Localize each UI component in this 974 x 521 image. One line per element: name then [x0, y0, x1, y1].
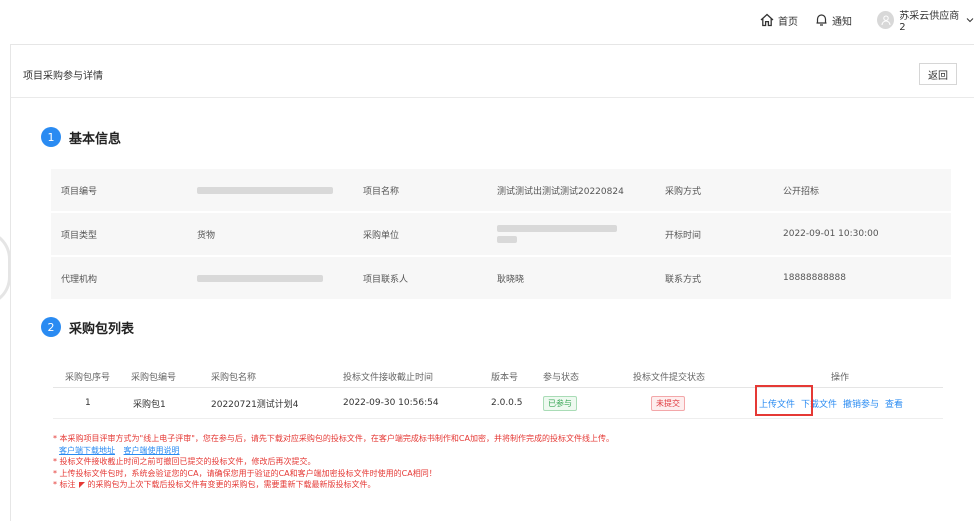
label-bid-opening-time: 开标时间: [665, 230, 702, 241]
section-basic-info-title: 1 基本信息: [41, 127, 121, 147]
client-manual-link[interactable]: 客户端使用说明: [124, 446, 180, 455]
label-project-code: 项目编号: [61, 186, 98, 197]
section-title-text: 采购包列表: [69, 321, 135, 337]
value-bid-opening-time: 2022-09-01 10:30:00: [783, 229, 879, 239]
redacted-value: [197, 186, 333, 194]
label-contact-person: 项目联系人: [363, 274, 409, 285]
note-prefix: * 标注: [53, 480, 76, 489]
redacted-value: [197, 274, 323, 282]
value-purchasing-unit: [497, 213, 617, 255]
th-package-code: 采购包编号: [131, 372, 177, 383]
home-icon: [760, 13, 774, 27]
user-menu[interactable]: 苏采云供应商2: [877, 10, 974, 33]
client-download-link[interactable]: 客户端下载地址: [59, 446, 115, 455]
value-procurement-method: 公开招标: [783, 186, 820, 197]
label-contact-phone: 联系方式: [665, 274, 702, 285]
section-title-text: 基本信息: [69, 131, 122, 147]
th-package-index: 采购包序号: [65, 372, 111, 383]
basic-info-table: 项目编号 项目名称 测试测试出测试测试20220824 采购方式 公开招标 项目…: [51, 169, 951, 301]
note-links: 客户端下载地址 客户端使用说明: [53, 445, 933, 457]
nav-notice-label: 通知: [832, 16, 852, 28]
nav-notice[interactable]: 通知: [815, 10, 852, 30]
value-project-name: 测试测试出测试测试20220824: [497, 186, 624, 197]
th-deadline: 投标文件接收截止时间: [343, 372, 434, 383]
cell-version: 2.0.0.5: [491, 398, 523, 408]
label-procurement-method: 采购方式: [665, 186, 702, 197]
page-title: 项目采购参与详情: [23, 71, 103, 82]
info-row: 项目类型 货物 采购单位 开标时间 2022-09-01 10:30:00: [51, 213, 951, 257]
status-badge-participated: 已参与: [543, 395, 577, 411]
view-link[interactable]: 查看: [885, 397, 903, 410]
th-package-name: 采购包名称: [211, 372, 257, 383]
notes-block: * 本采购项目评审方式为"线上电子评审"，您在参与后，请先下载对应采购包的投标文…: [53, 433, 933, 491]
detail-card: 项目采购参与详情 返回 1 基本信息 项目编号 项目名称 测试测试出测试测试20…: [10, 44, 974, 521]
flag-icon: [78, 481, 85, 488]
th-submission: 投标文件提交状态: [633, 372, 706, 383]
cell-deadline: 2022-09-30 10:56:54: [343, 398, 439, 408]
value-contact-phone: 18888888888: [783, 273, 846, 283]
nav-home[interactable]: 首页: [760, 10, 798, 30]
value-agency: [197, 257, 323, 299]
label-agency: 代理机构: [61, 274, 98, 285]
table-row: 1 采购包1 20220721测试计划4 2022-09-30 10:56:54…: [53, 385, 943, 419]
user-avatar-icon: [877, 11, 895, 29]
chevron-down-icon: [966, 16, 974, 24]
th-actions: 操作: [831, 372, 850, 383]
th-participation: 参与状态: [543, 372, 580, 383]
note-line: * 标注 的采购包为上次下载后投标文件有变更的采购包，需要重新下载最新版投标文件。: [53, 479, 933, 491]
value-project-code: [197, 169, 333, 211]
withdraw-participation-link[interactable]: 撤销参与: [843, 397, 879, 410]
section-packages-title: 2 采购包列表: [41, 317, 134, 337]
note-line: * 本采购项目评审方式为"线上电子评审"，您在参与后，请先下载对应采购包的投标文…: [53, 434, 614, 443]
cell-package-index: 1: [85, 398, 91, 408]
info-row: 代理机构 项目联系人 耿晓晓 联系方式 18888888888: [51, 257, 951, 301]
package-table: 采购包序号 采购包编号 采购包名称 投标文件接收截止时间 版本号 参与状态 投标…: [53, 365, 943, 419]
redacted-value: [497, 236, 517, 243]
label-project-name: 项目名称: [363, 186, 400, 197]
cell-package-name: 20220721测试计划4: [211, 399, 299, 410]
redacted-value: [497, 225, 617, 232]
card-header: 项目采购参与详情 返回: [11, 45, 974, 98]
cell-participation: 已参与: [543, 388, 577, 418]
note-line: * 投标文件接收截止时间之前可撤回已提交的投标文件，修改后再次提交。: [53, 457, 316, 466]
cell-submission: 未提交: [651, 388, 685, 418]
bell-icon: [815, 13, 828, 27]
value-project-type: 货物: [197, 230, 216, 241]
back-button[interactable]: 返回: [919, 63, 957, 85]
label-purchasing-unit: 采购单位: [363, 230, 400, 241]
note-suffix: 的采购包为上次下载后投标文件有变更的采购包，需要重新下载最新版投标文件。: [87, 480, 376, 489]
th-version: 版本号: [491, 372, 519, 383]
user-name: 苏采云供应商2: [899, 11, 960, 33]
cell-package-code: 采购包1: [133, 399, 166, 410]
note-line: * 上传投标文件包时，系统会验证您的CA，请确保您用于验证的CA和客户端加密投标…: [53, 468, 437, 478]
info-row: 项目编号 项目名称 测试测试出测试测试20220824 采购方式 公开招标: [51, 169, 951, 213]
status-badge-not-submitted: 未提交: [651, 395, 685, 411]
top-navbar: 首页 通知 苏采云供应商2: [0, 0, 974, 38]
value-contact-person: 耿晓晓: [497, 274, 525, 285]
section-number-badge: 1: [41, 127, 61, 147]
highlight-annotation-box: [755, 385, 813, 416]
nav-home-label: 首页: [778, 16, 798, 28]
label-project-type: 项目类型: [61, 230, 98, 241]
section-number-badge: 2: [41, 317, 61, 337]
